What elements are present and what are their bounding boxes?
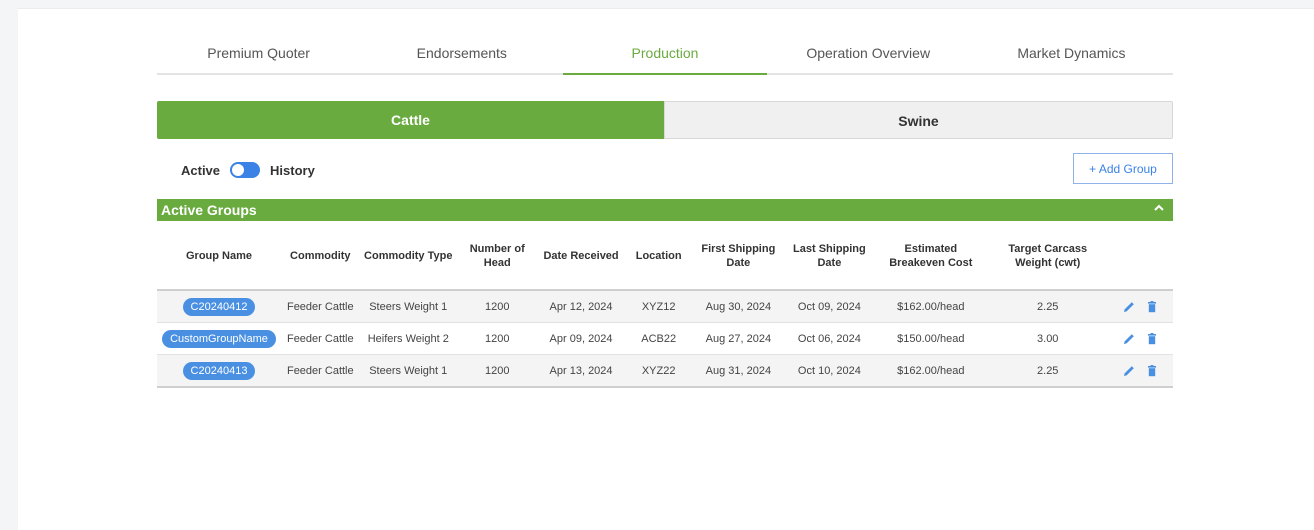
col-group-name: Group Name — [157, 223, 281, 291]
trash-icon[interactable] — [1144, 331, 1160, 347]
cell-first-shipping: Aug 30, 2024 — [692, 290, 784, 323]
cell-weight: 3.00 — [986, 322, 1109, 355]
cell-first-shipping: Aug 31, 2024 — [692, 354, 784, 388]
row-actions — [1108, 322, 1173, 355]
group-name-pill[interactable]: CustomGroupName — [162, 329, 276, 348]
table-header-row: Group Name Commodity Commodity Type Numb… — [157, 223, 1173, 291]
add-group-button[interactable]: + Add Group — [1073, 153, 1173, 184]
cell-head: 1200 — [456, 354, 538, 388]
trash-icon[interactable] — [1144, 363, 1160, 379]
main-tabs: Premium Quoter Endorsements Production O… — [157, 35, 1173, 75]
trash-icon[interactable] — [1144, 299, 1160, 315]
tab-endorsements[interactable]: Endorsements — [360, 35, 563, 73]
history-label: History — [270, 162, 315, 178]
tab-production[interactable]: Production — [563, 35, 767, 75]
col-target-carcass-weight: Target Carcass Weight (cwt) — [986, 223, 1109, 291]
group-name-pill[interactable]: C20240412 — [182, 297, 256, 316]
cell-last-shipping: Oct 10, 2024 — [783, 354, 875, 388]
cell-weight: 2.25 — [986, 290, 1109, 323]
pencil-icon[interactable] — [1121, 331, 1137, 347]
col-first-shipping-date: First Shipping Date — [692, 223, 784, 291]
cell-first-shipping: Aug 27, 2024 — [692, 322, 784, 355]
page: Premium Quoter Endorsements Production O… — [18, 8, 1314, 530]
swine-button[interactable]: Swine — [664, 101, 1173, 139]
cell-date-received: Apr 09, 2024 — [537, 322, 625, 355]
col-last-shipping-date: Last Shipping Date — [783, 223, 875, 291]
cell-commodity: Feeder Cattle — [280, 322, 360, 355]
table-row: C20240412 Feeder Cattle Steers Weight 1 … — [157, 290, 1173, 323]
pencil-icon[interactable] — [1121, 363, 1137, 379]
cell-head: 1200 — [456, 322, 538, 355]
col-actions — [1108, 223, 1173, 291]
table-row: C20240413 Feeder Cattle Steers Weight 1 … — [157, 354, 1173, 388]
section-title: Active Groups — [161, 202, 257, 218]
col-commodity-type: Commodity Type — [359, 223, 457, 291]
groups-table: Group Name Commodity Commodity Type Numb… — [157, 223, 1173, 388]
active-history-switch-row: Active History — [181, 159, 315, 181]
col-number-of-head: Number of Head — [456, 223, 538, 291]
species-toggle: Cattle Swine — [157, 101, 1173, 139]
toggle-knob — [232, 164, 245, 176]
col-estimated-breakeven-cost: Estimated Breakeven Cost — [874, 223, 987, 291]
cell-breakeven: $162.00/head — [874, 290, 987, 323]
group-name-pill[interactable]: C20240413 — [182, 361, 256, 380]
row-actions — [1108, 354, 1173, 388]
tab-market-dynamics[interactable]: Market Dynamics — [970, 35, 1173, 73]
cell-commodity: Feeder Cattle — [280, 290, 360, 323]
col-date-received: Date Received — [537, 223, 625, 291]
cell-date-received: Apr 12, 2024 — [537, 290, 625, 323]
table-row: CustomGroupName Feeder Cattle Heifers We… — [157, 322, 1173, 355]
tab-premium-quoter[interactable]: Premium Quoter — [157, 35, 360, 73]
col-location: Location — [624, 223, 693, 291]
cell-location: XYZ12 — [624, 290, 693, 323]
cattle-button[interactable]: Cattle — [157, 101, 664, 139]
cell-weight: 2.25 — [986, 354, 1109, 388]
cell-location: XYZ22 — [624, 354, 693, 388]
chevron-up-icon[interactable] — [1153, 199, 1165, 221]
cell-date-received: Apr 13, 2024 — [537, 354, 625, 388]
tab-operation-overview[interactable]: Operation Overview — [767, 35, 970, 73]
cell-head: 1200 — [456, 290, 538, 323]
row-actions — [1108, 290, 1173, 323]
cell-breakeven: $162.00/head — [874, 354, 987, 388]
active-groups-header: Active Groups — [157, 199, 1173, 221]
col-commodity: Commodity — [280, 223, 360, 291]
active-history-toggle[interactable] — [230, 162, 261, 178]
cell-breakeven: $150.00/head — [874, 322, 987, 355]
pencil-icon[interactable] — [1121, 299, 1137, 315]
cell-commodity-type: Steers Weight 1 — [359, 354, 457, 388]
cell-last-shipping: Oct 06, 2024 — [783, 322, 875, 355]
active-label: Active — [181, 162, 221, 178]
cell-commodity-type: Steers Weight 1 — [359, 290, 457, 323]
cell-location: ACB22 — [624, 322, 693, 355]
cell-commodity-type: Heifers Weight 2 — [359, 322, 457, 355]
cell-last-shipping: Oct 09, 2024 — [783, 290, 875, 323]
cell-commodity: Feeder Cattle — [280, 354, 360, 388]
